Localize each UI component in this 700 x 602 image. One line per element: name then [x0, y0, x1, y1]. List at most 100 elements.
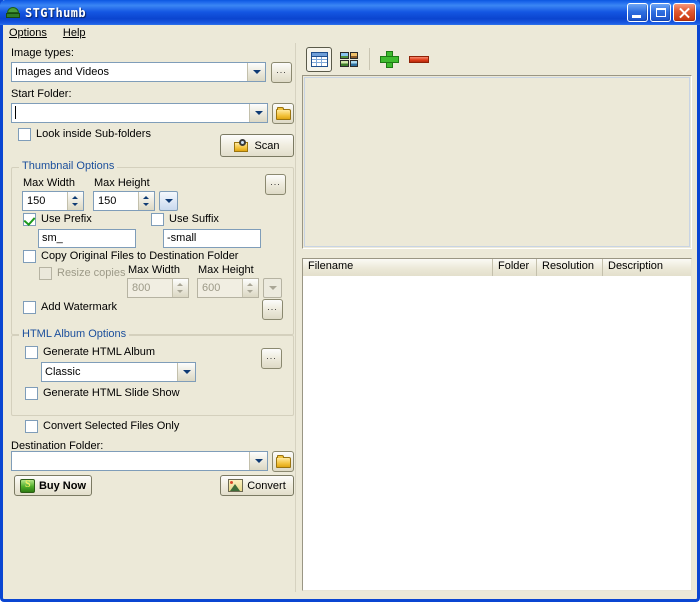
menu-help-label: Help [62, 27, 86, 39]
add-watermark-checkbox[interactable] [23, 301, 36, 314]
max-width-stepper[interactable]: 150 [22, 191, 84, 211]
column-header-description[interactable]: Description [603, 259, 691, 276]
content-area: Image types: Images and Videos ... Start… [3, 41, 697, 596]
column-header-filename[interactable]: Filename [303, 259, 493, 276]
image-types-value: Images and Videos [15, 66, 109, 78]
toolbar-separator [369, 48, 370, 70]
copy-max-width-stepper[interactable]: 800 [127, 278, 189, 298]
start-folder-label: Start Folder: [11, 88, 72, 100]
menu-options-label: Options [9, 27, 47, 39]
scan-button[interactable]: Scan [220, 134, 294, 157]
generate-slideshow-checkbox[interactable] [25, 387, 38, 400]
generate-slideshow-label: Generate HTML Slide Show [43, 387, 180, 399]
max-width-spin-buttons[interactable] [67, 192, 83, 210]
use-suffix-label: Use Suffix [169, 213, 219, 225]
preview-panel: Filename Folder Resolution Description [300, 43, 694, 592]
chevron-down-icon[interactable] [247, 63, 265, 81]
minimize-button[interactable] [627, 3, 648, 22]
copy-max-width-spin-buttons[interactable] [172, 279, 188, 297]
copy-max-height-value: 600 [202, 282, 221, 294]
max-height-value: 150 [98, 195, 117, 207]
title-bar[interactable]: STGThumb [0, 0, 700, 25]
max-height-spin-buttons[interactable] [138, 192, 154, 210]
destination-folder-combo[interactable] [11, 451, 268, 471]
copy-preset-dropdown[interactable] [263, 278, 282, 298]
copy-originals-checkbox[interactable] [23, 250, 36, 263]
file-list[interactable]: Filename Folder Resolution Description [302, 258, 692, 591]
max-width-value: 150 [27, 195, 46, 207]
convert-button[interactable]: Convert [220, 475, 294, 496]
copy-max-height-stepper[interactable]: 600 [197, 278, 259, 298]
maximize-button[interactable] [650, 3, 671, 22]
convert-selected-only-label: Convert Selected Files Only [43, 420, 180, 432]
resize-copies-checkbox[interactable] [39, 267, 52, 280]
watermark-settings-button[interactable]: ... [262, 299, 283, 320]
column-header-folder[interactable]: Folder [493, 259, 537, 276]
plus-icon [380, 50, 399, 68]
album-template-value: Classic [45, 366, 81, 378]
destination-folder-browse-button[interactable] [272, 451, 294, 472]
folder-icon [276, 107, 291, 120]
generate-html-album-checkbox[interactable] [25, 346, 38, 359]
copy-max-width-value: 800 [132, 282, 151, 294]
html-album-options-title: HTML Album Options [19, 328, 130, 340]
start-folder-browse-button[interactable] [272, 103, 294, 124]
copy-max-width-label: Max Width [128, 264, 180, 276]
picture-icon [228, 479, 244, 492]
max-height-stepper[interactable]: 150 [93, 191, 155, 211]
album-template-combo[interactable]: Classic [41, 362, 196, 382]
file-list-header: Filename Folder Resolution Description [303, 259, 691, 276]
column-header-resolution[interactable]: Resolution [537, 259, 603, 276]
prefix-input[interactable]: sm_ [38, 229, 136, 248]
thumbnail-settings-button[interactable]: ... [265, 174, 286, 195]
use-prefix-checkbox[interactable] [23, 213, 36, 226]
details-view-button[interactable] [306, 46, 332, 72]
thumbnail-preset-dropdown[interactable] [159, 191, 178, 211]
add-files-button[interactable] [377, 47, 403, 72]
copy-max-height-label: Max Height [198, 264, 254, 276]
use-prefix-label: Use Prefix [41, 213, 92, 225]
folder-icon [276, 455, 291, 468]
thumbnail-options-title: Thumbnail Options [19, 160, 118, 172]
remove-files-button[interactable] [407, 47, 433, 72]
html-album-settings-button[interactable]: ... [261, 348, 282, 369]
suffix-input[interactable]: -small [163, 229, 261, 248]
add-watermark-label: Add Watermark [41, 301, 118, 313]
look-subfolders-label: Look inside Sub-folders [36, 128, 151, 140]
chevron-down-icon[interactable] [249, 452, 267, 470]
image-types-combo[interactable]: Images and Videos [11, 62, 266, 82]
scanner-icon [5, 5, 21, 21]
start-folder-combo[interactable] [11, 103, 268, 123]
money-icon [19, 478, 35, 493]
convert-selected-only-checkbox[interactable] [25, 420, 38, 433]
image-types-browse-button[interactable]: ... [271, 62, 292, 83]
chevron-down-icon[interactable] [249, 104, 267, 122]
minus-icon [409, 55, 429, 63]
folder-search-icon [234, 138, 250, 153]
view-toolbar [302, 43, 694, 75]
close-button[interactable] [673, 3, 696, 22]
window-controls [627, 3, 696, 22]
menu-options[interactable]: Options [9, 25, 55, 41]
menu-help[interactable]: Help [63, 25, 94, 41]
buy-now-button-label: Buy Now [38, 479, 87, 492]
text-caret [15, 106, 16, 119]
application-window: STGThumb Options Help Image types: Image… [0, 0, 700, 602]
menu-bar: Options Help [3, 25, 697, 41]
use-suffix-checkbox[interactable] [151, 213, 164, 226]
thumbnail-view-button[interactable] [336, 47, 362, 72]
convert-button-label: Convert [247, 479, 286, 492]
max-height-label: Max Height [94, 177, 150, 189]
scan-button-label: Scan [254, 139, 280, 152]
image-preview-pane[interactable] [302, 75, 692, 249]
chevron-down-icon[interactable] [177, 363, 195, 381]
window-title: STGThumb [25, 5, 86, 20]
thumbnail-view-icon [340, 51, 358, 67]
max-width-label: Max Width [23, 177, 75, 189]
copy-max-height-spin-buttons[interactable] [242, 279, 258, 297]
look-subfolders-checkbox[interactable] [18, 128, 31, 141]
buy-now-button[interactable]: Buy Now [14, 475, 92, 496]
copy-originals-label: Copy Original Files to Destination Folde… [41, 250, 239, 262]
options-panel: Image types: Images and Videos ... Start… [6, 43, 296, 592]
file-list-body[interactable] [303, 276, 691, 590]
